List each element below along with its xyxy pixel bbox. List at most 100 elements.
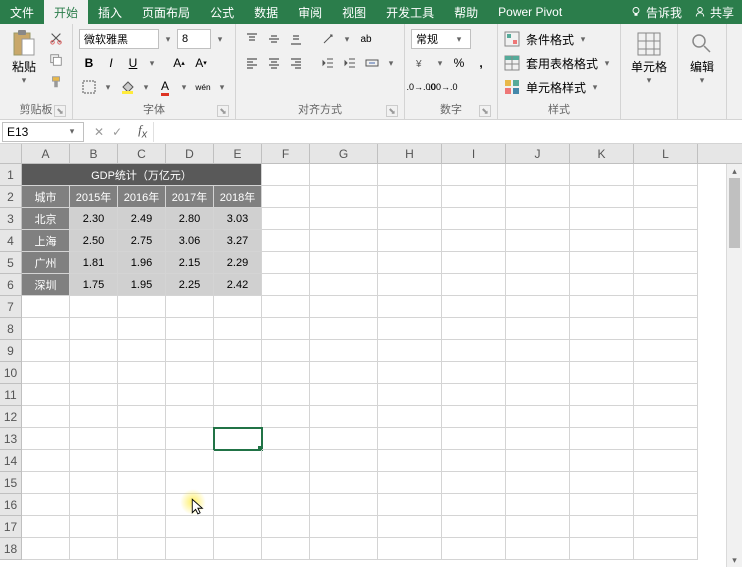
wrap-text-button[interactable]: ab [356, 29, 376, 49]
cell-A18[interactable] [22, 538, 70, 560]
increase-indent-button[interactable] [340, 53, 360, 73]
row-header-4[interactable]: 4 [0, 230, 22, 252]
paste-button[interactable]: 粘贴 ▾ [6, 28, 42, 92]
cell-G12[interactable] [310, 406, 378, 428]
cell-H3[interactable] [378, 208, 442, 230]
row-header-17[interactable]: 17 [0, 516, 22, 538]
chevron-down-icon[interactable]: ▾ [213, 34, 227, 45]
cell-H15[interactable] [378, 472, 442, 494]
cell-F10[interactable] [262, 362, 310, 384]
formula-bar[interactable] [153, 122, 742, 142]
cell-F9[interactable] [262, 340, 310, 362]
chevron-down-icon[interactable]: ▾ [139, 82, 153, 93]
font-size-select[interactable]: 8 [177, 29, 211, 49]
percent-button[interactable]: % [449, 53, 469, 73]
cell-A8[interactable] [22, 318, 70, 340]
cell-E8[interactable] [214, 318, 262, 340]
cell-D3[interactable]: 2.80 [166, 208, 214, 230]
chevron-down-icon[interactable]: ▾ [215, 82, 229, 93]
row-header-9[interactable]: 9 [0, 340, 22, 362]
cell-J3[interactable] [506, 208, 570, 230]
cell-C11[interactable] [118, 384, 166, 406]
underline-button[interactable]: U [123, 53, 143, 73]
row-header-14[interactable]: 14 [0, 450, 22, 472]
column-header-L[interactable]: L [634, 144, 698, 163]
cell-H9[interactable] [378, 340, 442, 362]
cell-B17[interactable] [70, 516, 118, 538]
cell-F16[interactable] [262, 494, 310, 516]
cell-I5[interactable] [442, 252, 506, 274]
clipboard-launcher-icon[interactable]: ⬊ [54, 105, 66, 117]
cell-A14[interactable] [22, 450, 70, 472]
cell-D8[interactable] [166, 318, 214, 340]
tab-review[interactable]: 审阅 [288, 0, 332, 24]
row-header-16[interactable]: 16 [0, 494, 22, 516]
cell-G13[interactable] [310, 428, 378, 450]
cell-C6[interactable]: 1.95 [118, 274, 166, 296]
column-header-C[interactable]: C [118, 144, 166, 163]
name-box[interactable]: E13▾ [2, 122, 84, 142]
column-header-A[interactable]: A [22, 144, 70, 163]
cell-E15[interactable] [214, 472, 262, 494]
cell-D10[interactable] [166, 362, 214, 384]
cell-E18[interactable] [214, 538, 262, 560]
cell-K1[interactable] [570, 164, 634, 186]
cell-D4[interactable]: 3.06 [166, 230, 214, 252]
cell-J5[interactable] [506, 252, 570, 274]
cell-B9[interactable] [70, 340, 118, 362]
merge-button[interactable] [362, 53, 382, 73]
cell-L2[interactable] [634, 186, 698, 208]
cell-H5[interactable] [378, 252, 442, 274]
cell-E16[interactable] [214, 494, 262, 516]
cell-H13[interactable] [378, 428, 442, 450]
cell-I2[interactable] [442, 186, 506, 208]
cell-E13[interactable] [214, 428, 262, 450]
cell-L11[interactable] [634, 384, 698, 406]
column-header-D[interactable]: D [166, 144, 214, 163]
cell-A10[interactable] [22, 362, 70, 384]
cell-G14[interactable] [310, 450, 378, 472]
cell-I17[interactable] [442, 516, 506, 538]
cell-I8[interactable] [442, 318, 506, 340]
format-painter-button[interactable] [46, 72, 66, 92]
cell-D5[interactable]: 2.15 [166, 252, 214, 274]
row-header-1[interactable]: 1 [0, 164, 22, 186]
align-top-button[interactable] [242, 29, 262, 49]
table-format-button[interactable]: 套用表格格式▾ [504, 52, 614, 74]
cell-F14[interactable] [262, 450, 310, 472]
cell-K12[interactable] [570, 406, 634, 428]
cell-I14[interactable] [442, 450, 506, 472]
cell-F15[interactable] [262, 472, 310, 494]
cell-G18[interactable] [310, 538, 378, 560]
cell-A7[interactable] [22, 296, 70, 318]
cell-A13[interactable] [22, 428, 70, 450]
cell-C3[interactable]: 2.49 [118, 208, 166, 230]
italic-button[interactable]: I [101, 53, 121, 73]
cell-C17[interactable] [118, 516, 166, 538]
cell-E7[interactable] [214, 296, 262, 318]
row-header-8[interactable]: 8 [0, 318, 22, 340]
cell-C18[interactable] [118, 538, 166, 560]
cell-C13[interactable] [118, 428, 166, 450]
number-format-select[interactable]: 常规▾ [411, 29, 471, 49]
cell-E9[interactable] [214, 340, 262, 362]
select-all-corner[interactable] [0, 144, 22, 163]
cell-C10[interactable] [118, 362, 166, 384]
cell-A9[interactable] [22, 340, 70, 362]
cell-L8[interactable] [634, 318, 698, 340]
cell-D13[interactable] [166, 428, 214, 450]
cell-J4[interactable] [506, 230, 570, 252]
cell-L12[interactable] [634, 406, 698, 428]
fill-color-button[interactable] [117, 77, 137, 97]
cell-D17[interactable] [166, 516, 214, 538]
cell-H1[interactable] [378, 164, 442, 186]
cell-E5[interactable]: 2.29 [214, 252, 262, 274]
align-left-button[interactable] [242, 53, 262, 73]
cut-button[interactable] [46, 28, 66, 48]
align-launcher-icon[interactable]: ⬊ [386, 105, 398, 117]
column-header-B[interactable]: B [70, 144, 118, 163]
cell-C12[interactable] [118, 406, 166, 428]
cell-C16[interactable] [118, 494, 166, 516]
cell-H10[interactable] [378, 362, 442, 384]
scroll-thumb[interactable] [729, 178, 740, 248]
